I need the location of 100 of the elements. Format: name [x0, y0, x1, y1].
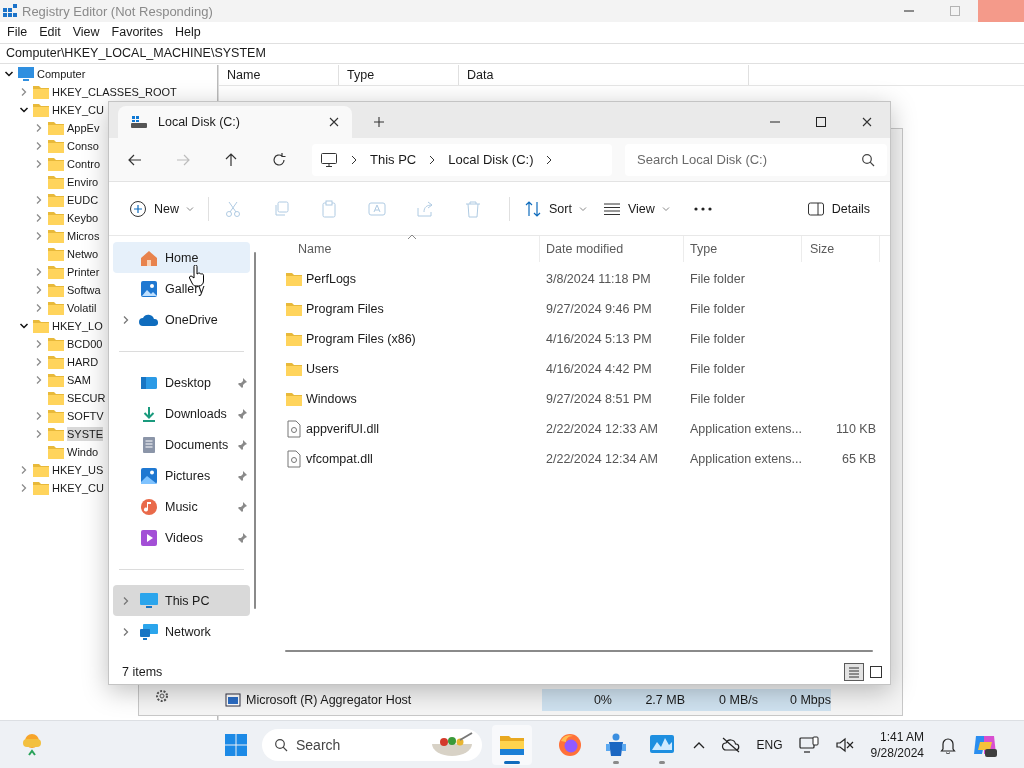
folder-icon: [32, 480, 50, 496]
file-name[interactable]: Users: [306, 362, 339, 376]
file-name[interactable]: PerfLogs: [306, 272, 357, 286]
clock-date[interactable]: 9/28/2024: [870, 744, 924, 761]
tree-item[interactable]: SOFTV: [67, 409, 104, 423]
bell-icon[interactable]: [940, 735, 956, 754]
tree-item[interactable]: Windo: [67, 445, 99, 459]
window-tab[interactable]: Local Disk (C:): [118, 106, 352, 138]
address-field[interactable]: Computer\HKEY_LOCAL_MACHINE\SYSTEM: [0, 43, 1024, 64]
sidebar-item[interactable]: Gallery: [113, 273, 250, 304]
tree-item[interactable]: SYSTE: [67, 427, 104, 441]
sidebar-item[interactable]: Videos: [113, 522, 250, 553]
column-header[interactable]: Name: [285, 236, 540, 262]
monitor-icon[interactable]: [798, 735, 819, 754]
pin-icon[interactable]: [236, 469, 248, 482]
tree-item[interactable]: Enviro: [67, 175, 99, 189]
clock-time[interactable]: 1:41 AM: [879, 728, 924, 745]
tree-item[interactable]: EUDC: [67, 193, 99, 207]
tree-item[interactable]: HARD: [67, 355, 99, 369]
process-icon: [225, 693, 241, 707]
search-input[interactable]: Search Local Disk (C:): [637, 152, 861, 167]
tree-item[interactable]: Micros: [67, 229, 100, 243]
settings-icon[interactable]: [154, 688, 170, 704]
tree-item[interactable]: HKEY_CU: [52, 103, 104, 117]
chevron-icon[interactable]: [428, 154, 437, 165]
column-header[interactable]: Type: [339, 65, 459, 85]
square-icon: [869, 664, 883, 679]
tree-item[interactable]: BCD00: [67, 337, 103, 351]
pin-icon[interactable]: [236, 407, 248, 420]
sort-button[interactable]: Sort: [516, 192, 595, 225]
pin-icon[interactable]: [236, 438, 248, 451]
details-view-button[interactable]: [844, 662, 864, 681]
menu-item[interactable]: Favorites: [105, 25, 169, 39]
tree-item[interactable]: SAM: [67, 373, 91, 387]
tree-item[interactable]: Computer: [37, 67, 86, 81]
sidebar-item[interactable]: OneDrive: [113, 304, 250, 335]
menu-item[interactable]: Help: [169, 25, 207, 39]
sidebar-item[interactable]: Downloads: [113, 398, 250, 429]
sidebar-item[interactable]: Network: [113, 616, 250, 647]
tree-item[interactable]: Printer: [67, 265, 100, 279]
tree-item[interactable]: Keybo: [67, 211, 99, 225]
more-icon[interactable]: [693, 206, 712, 211]
cloud-off-icon[interactable]: [720, 736, 741, 753]
sidebar-item[interactable]: Pictures: [113, 460, 250, 491]
sidebar-item[interactable]: Music: [113, 491, 250, 522]
close-icon[interactable]: [328, 116, 340, 128]
tree-item[interactable]: SECUR: [67, 391, 106, 405]
new-button[interactable]: New: [121, 192, 202, 225]
search-field[interactable]: Search: [262, 728, 482, 761]
breadcrumb-item[interactable]: This PC: [370, 152, 417, 167]
menu-item[interactable]: Edit: [33, 25, 67, 39]
tree-item[interactable]: HKEY_US: [52, 463, 104, 477]
tree-item[interactable]: Volatil: [67, 301, 97, 315]
chevron-up-icon[interactable]: [692, 740, 705, 749]
taskbar-button[interactable]: [492, 724, 532, 765]
pin-icon[interactable]: [236, 500, 248, 513]
file-name[interactable]: Program Files: [306, 302, 384, 316]
column-header[interactable]: Type: [684, 236, 802, 262]
lines-icon: [602, 201, 621, 216]
language-indicator[interactable]: ENG: [756, 737, 783, 752]
sidebar-item[interactable]: Desktop: [113, 367, 250, 398]
pin-icon[interactable]: [236, 531, 248, 544]
file-name[interactable]: vfcompat.dll: [306, 452, 373, 466]
search-input[interactable]: Search: [296, 736, 422, 753]
folder-icon: [285, 331, 303, 347]
sidebar-item[interactable]: Documents: [113, 429, 250, 460]
table-cell: 110 KB: [835, 422, 876, 436]
tree-item[interactable]: Conso: [67, 139, 99, 153]
menu-item[interactable]: File: [1, 25, 34, 39]
pin-icon[interactable]: [236, 376, 248, 389]
tree-item[interactable]: Softwa: [67, 283, 101, 297]
breadcrumb-item[interactable]: Local Disk (C:): [448, 152, 534, 167]
view-button[interactable]: View: [594, 192, 678, 225]
chevron-icon[interactable]: [3, 69, 15, 79]
chevron-icon[interactable]: [350, 154, 358, 165]
file-name[interactable]: Windows: [306, 392, 357, 406]
sidebar-item[interactable]: Home: [113, 242, 250, 273]
details-button[interactable]: Details: [798, 192, 878, 225]
column-header[interactable]: Size: [802, 236, 880, 262]
file-name[interactable]: appverifUI.dll: [306, 422, 379, 436]
tree-item[interactable]: AppEv: [67, 121, 100, 135]
menu-item[interactable]: View: [66, 25, 106, 39]
column-header[interactable]: Data: [459, 65, 749, 85]
column-header[interactable]: Date modified: [540, 236, 684, 262]
tree-item[interactable]: HKEY_CU: [52, 481, 104, 495]
folder-icon: [47, 228, 65, 244]
tree-item[interactable]: HKEY_LO: [52, 319, 103, 333]
chevron-icon[interactable]: [18, 105, 30, 115]
file-icon: [285, 420, 303, 438]
file-name[interactable]: Program Files (x86): [306, 332, 416, 346]
sidebar-item[interactable]: This PC: [113, 585, 250, 616]
column-header[interactable]: Name: [219, 65, 339, 85]
tree-item[interactable]: Netwo: [67, 247, 99, 261]
tree-item[interactable]: Contro: [67, 157, 101, 171]
chevron-icon[interactable]: [545, 154, 554, 165]
tree-item[interactable]: HKEY_CLASSES_ROOT: [52, 85, 177, 99]
chevron-icon[interactable]: [18, 321, 30, 331]
search-field[interactable]: Search Local Disk (C:): [625, 143, 887, 176]
volume-mute-icon[interactable]: [834, 736, 855, 753]
registry-app-icon: [2, 3, 18, 19]
